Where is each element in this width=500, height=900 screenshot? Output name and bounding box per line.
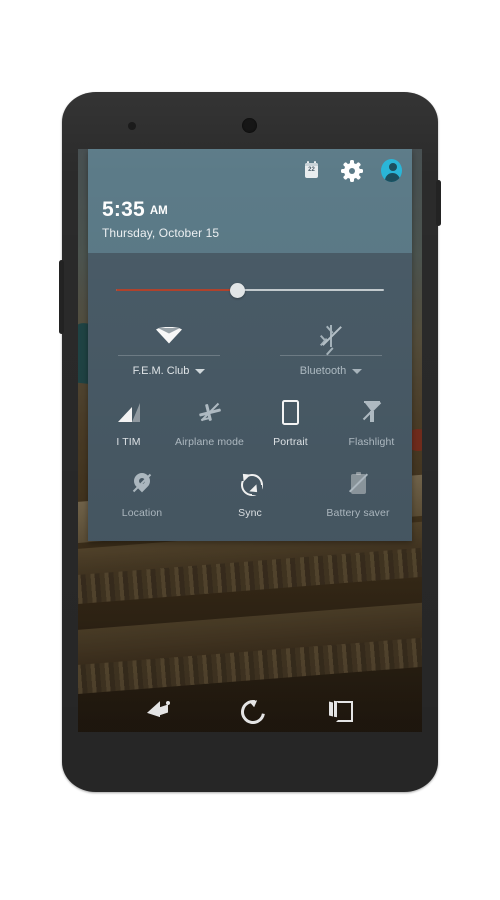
connectivity-row: F.E.M. Club Bluetooth [88, 305, 412, 377]
power-button[interactable] [436, 180, 441, 226]
chevron-down-icon[interactable] [352, 368, 363, 374]
calendar-icon[interactable]: 22 [301, 160, 322, 181]
sync-tile[interactable]: Sync [196, 468, 304, 519]
portrait-icon [250, 397, 331, 427]
tile-divider [118, 355, 220, 356]
signal-bars-icon [88, 397, 169, 427]
sync-icon [196, 468, 304, 498]
sync-label: Sync [238, 507, 262, 519]
brightness-row [88, 253, 412, 305]
clock-time: 5:35 [102, 198, 145, 221]
battery-saver-tile[interactable]: Battery saver [304, 468, 412, 519]
battery-saver-label: Battery saver [326, 507, 390, 519]
flashlight-tile[interactable]: Flashlight [331, 397, 412, 448]
rotation-tile[interactable]: Portrait [250, 397, 331, 448]
bluetooth-label-row: Bluetooth [250, 365, 412, 377]
battery-saver-icon [304, 468, 412, 498]
wifi-label-row: F.E.M. Club [88, 365, 250, 377]
nav-recents-button[interactable] [328, 698, 354, 722]
location-pin-icon [88, 468, 196, 498]
airplane-mode-label: Airplane mode [174, 436, 244, 448]
clock-block: 5:35 AM Thursday, October 15 [102, 198, 220, 241]
quick-settings-header-icons: 22 [301, 159, 402, 182]
chevron-down-icon[interactable] [195, 368, 206, 374]
wifi-tile[interactable]: F.E.M. Club [88, 319, 250, 377]
quick-settings-header: 22 5:35 AM Thursday, October 15 [88, 149, 412, 253]
airplane-mode-tile[interactable]: Airplane mode [169, 397, 250, 448]
clock-ampm: AM [149, 205, 168, 217]
bluetooth-icon [250, 319, 412, 356]
tile-divider [280, 355, 382, 356]
phone-device: Play Store [59, 92, 441, 792]
user-avatar-icon[interactable] [381, 159, 402, 182]
clock-date: Thursday, October 15 [102, 226, 220, 240]
wifi-icon [88, 319, 250, 353]
navigation-bar [78, 688, 422, 732]
flashlight-label: Flashlight [348, 436, 395, 448]
bluetooth-tile[interactable]: Bluetooth [250, 319, 412, 377]
quick-settings-body: F.E.M. Club Bluetooth I TIM Airplane mod… [88, 253, 412, 541]
location-tile[interactable]: Location [88, 468, 196, 519]
location-label: Location [121, 507, 163, 519]
bluetooth-label: Bluetooth [299, 365, 347, 377]
cellular-label: I TIM [116, 436, 141, 448]
settings-gear-icon[interactable] [340, 159, 363, 182]
slider-fill [116, 289, 237, 291]
slider-thumb[interactable] [229, 283, 245, 298]
wifi-label: F.E.M. Club [132, 365, 190, 377]
nav-home-button[interactable] [236, 695, 270, 729]
flashlight-icon [331, 397, 412, 427]
front-camera [242, 118, 257, 133]
nav-back-button[interactable] [146, 698, 172, 722]
cellular-tile[interactable]: I TIM [88, 397, 169, 448]
volume-button[interactable] [59, 260, 64, 334]
tiles-row-2: Location Sync Battery saver [88, 448, 412, 519]
tiles-row-1: I TIM Airplane mode Portrait Flashlight [88, 377, 412, 448]
quick-settings-panel: 22 5:35 AM Thursday, October 15 F.E.M. C… [88, 149, 412, 541]
proximity-sensor [128, 122, 136, 130]
brightness-slider[interactable] [116, 281, 384, 299]
airplane-icon [169, 397, 250, 427]
rotation-label: Portrait [273, 436, 308, 448]
phone-screen: Play Store [78, 149, 422, 732]
